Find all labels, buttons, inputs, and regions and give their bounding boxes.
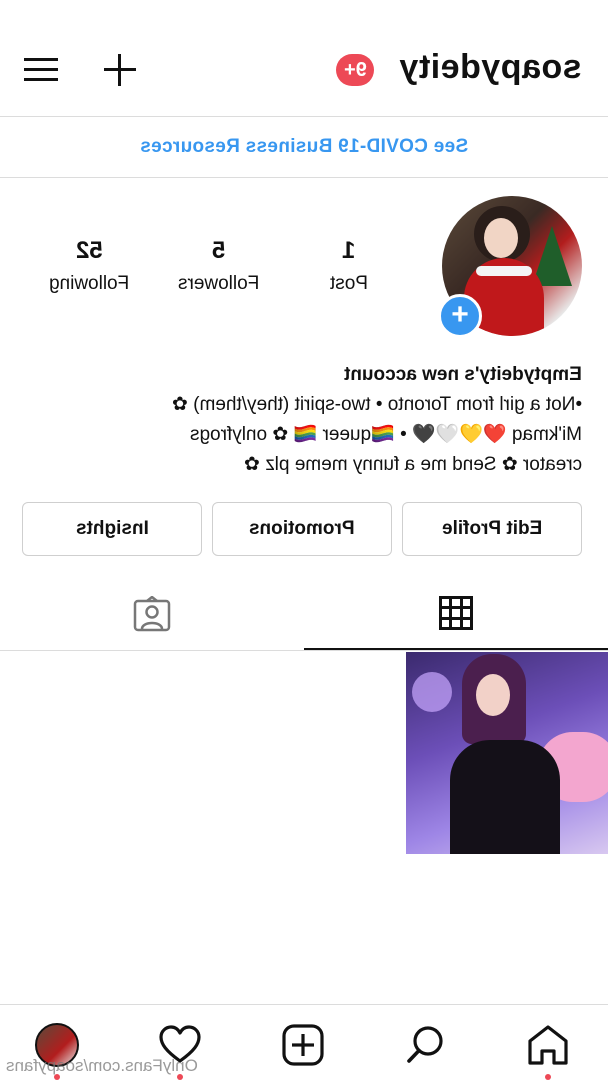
- profile-tabs: [0, 578, 608, 651]
- profile-header: 9+ soapydeity: [0, 0, 608, 117]
- following-count[interactable]: 52 Following: [24, 236, 154, 298]
- notification-badge[interactable]: 9+: [336, 54, 374, 86]
- bio-line: Mi'kmaq ❤️💛🤍🖤 • 🏳️‍🌈queer 🏳️‍🌈 ✿ onlyfro…: [189, 424, 582, 445]
- new-post-icon: [282, 1024, 324, 1066]
- tagged-person-icon: [133, 596, 171, 632]
- insights-button[interactable]: Insights: [22, 502, 202, 556]
- followers-count[interactable]: 5 Followers: [154, 236, 284, 298]
- hamburger-menu-icon[interactable]: [24, 52, 60, 88]
- profile-bio: Emptydeity's new account •Not a girl fro…: [12, 360, 582, 480]
- nav-home[interactable]: [526, 1023, 570, 1067]
- edit-profile-button[interactable]: Edit Profile: [402, 502, 582, 556]
- home-notification-dot: [545, 1074, 551, 1080]
- home-icon: [528, 1025, 568, 1065]
- username-title[interactable]: soapydeity: [399, 48, 582, 87]
- bio-line: creator ✿ Send me a funny meme plz ✿: [243, 454, 582, 475]
- bio-line: •Not a girl from Toronto • two-spirit (t…: [171, 394, 582, 415]
- add-story-icon[interactable]: +: [438, 294, 482, 338]
- post-thumbnail[interactable]: [406, 652, 608, 854]
- grid-icon: [439, 596, 473, 630]
- watermark: OnlyFans.com/soapyfans: [6, 1056, 198, 1075]
- plus-icon[interactable]: [100, 50, 140, 90]
- search-icon: [407, 1026, 443, 1063]
- nav-new-post[interactable]: [281, 1023, 325, 1067]
- tab-tagged[interactable]: [0, 578, 304, 650]
- nav-search[interactable]: [404, 1023, 448, 1067]
- posts-count[interactable]: 1 Post: [284, 236, 414, 298]
- tab-grid[interactable]: [304, 578, 608, 650]
- promotions-button[interactable]: Promotions: [212, 502, 392, 556]
- covid-resources-link[interactable]: See COVID-19 Business Resources: [0, 117, 608, 178]
- bio-name: Emptydeity's new account: [344, 364, 582, 385]
